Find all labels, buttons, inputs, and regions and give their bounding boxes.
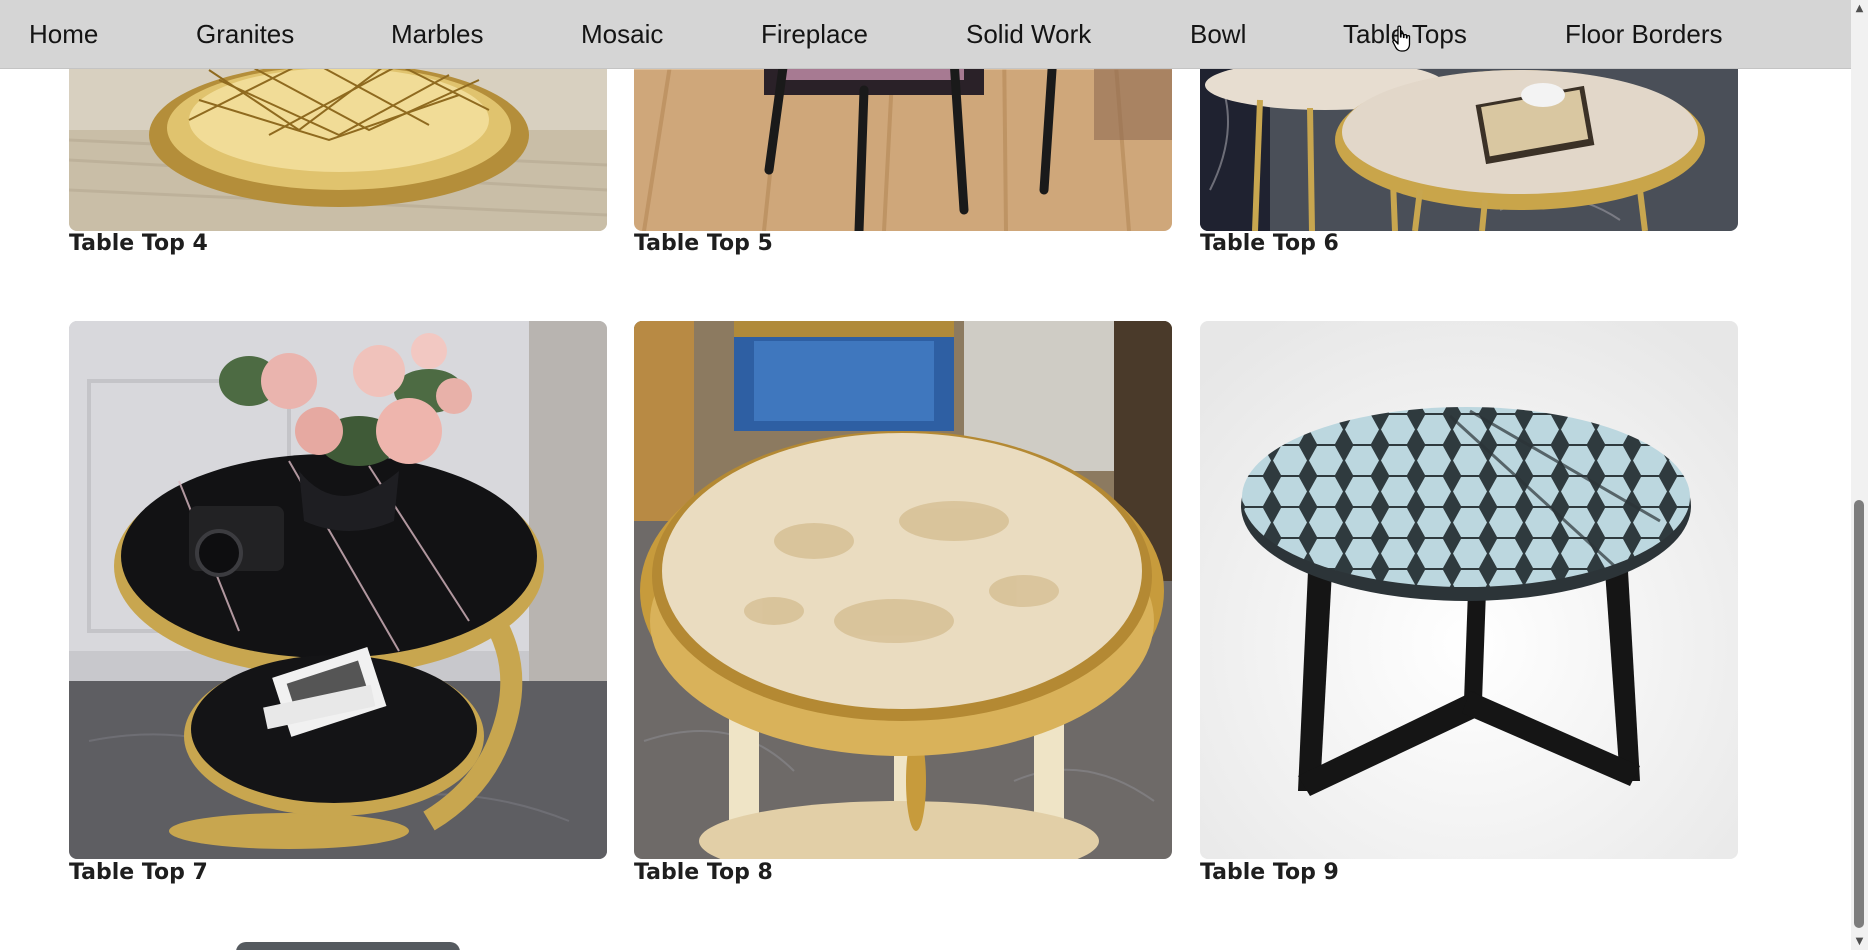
product-title[interactable]: Table Top 6 bbox=[1200, 231, 1339, 256]
product-title[interactable]: Table Top 9 bbox=[1200, 860, 1339, 885]
product-title[interactable]: Table Top 5 bbox=[634, 231, 773, 256]
nav-item-marbles[interactable]: Marbles bbox=[391, 0, 483, 68]
nav-item-home[interactable]: Home bbox=[29, 0, 98, 68]
triangle-down-icon[interactable]: ▼ bbox=[1851, 933, 1868, 950]
page: Home Granites Marbles Mosaic Fireplace S… bbox=[0, 0, 1868, 950]
nav-item-solid-work[interactable]: Solid Work bbox=[966, 0, 1091, 68]
product-title[interactable]: Table Top 7 bbox=[69, 860, 208, 885]
product-image[interactable] bbox=[1200, 321, 1738, 859]
triangle-up-icon[interactable]: ▲ bbox=[1851, 0, 1868, 17]
nav-item-bowl[interactable]: Bowl bbox=[1190, 0, 1246, 68]
product-image[interactable] bbox=[634, 321, 1172, 859]
product-title[interactable]: Table Top 8 bbox=[634, 860, 773, 885]
top-navigation-bar: Home Granites Marbles Mosaic Fireplace S… bbox=[0, 0, 1851, 69]
product-title[interactable]: Table Top 4 bbox=[69, 231, 208, 256]
nav-item-mosaic[interactable]: Mosaic bbox=[581, 0, 663, 68]
scrollbar-thumb[interactable] bbox=[1854, 500, 1864, 928]
hand-pointer-icon bbox=[1392, 25, 1411, 52]
vertical-scrollbar[interactable]: ▲ ▼ bbox=[1851, 0, 1868, 950]
nav-item-floor-borders[interactable]: Floor Borders bbox=[1565, 0, 1723, 68]
product-image[interactable] bbox=[69, 321, 607, 859]
floating-action-pill[interactable] bbox=[236, 942, 460, 950]
nav-item-granites[interactable]: Granites bbox=[196, 0, 294, 68]
nav-item-fireplace[interactable]: Fireplace bbox=[761, 0, 868, 68]
